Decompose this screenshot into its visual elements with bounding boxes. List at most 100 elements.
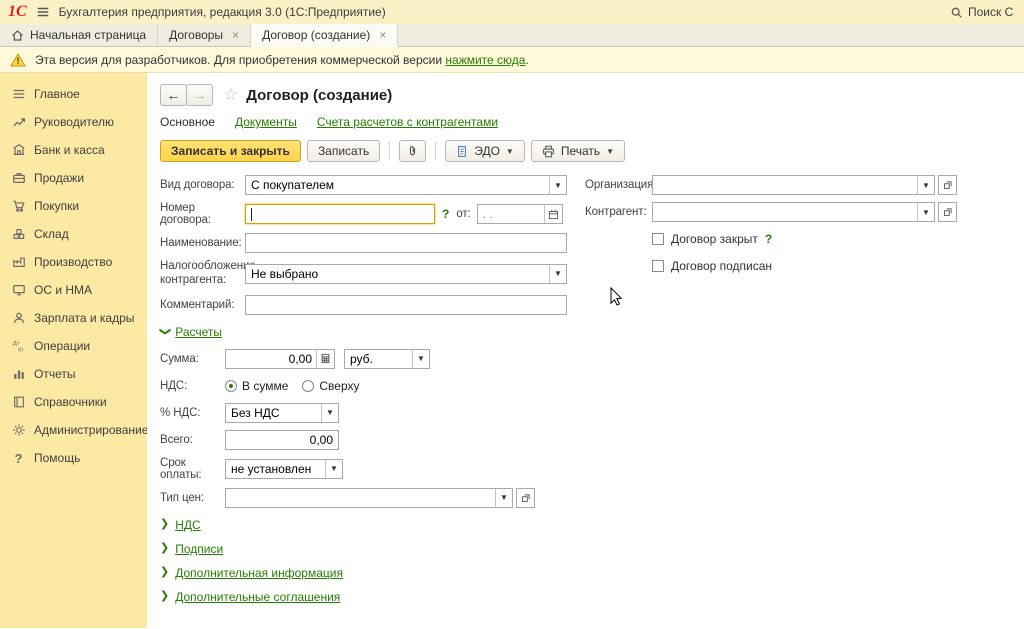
banner-text: Эта версия для разработчиков. Для приобр… (35, 53, 442, 67)
tab-osnovnoe[interactable]: Основное (160, 115, 215, 129)
open-link-icon[interactable] (938, 175, 957, 195)
contract-form: Вид договора: С покупателем ▼ Номер дого… (160, 175, 1024, 614)
sidebar-item-pomosch[interactable]: ? Помощь (0, 444, 147, 472)
trend-icon (11, 115, 26, 129)
tab-contract-new[interactable]: Договор (создание) × (251, 24, 398, 47)
total-input[interactable]: 0,00 (225, 430, 339, 450)
tab-home[interactable]: Начальная страница (0, 24, 158, 46)
toolbar-separator (389, 142, 390, 160)
forward-button[interactable]: → (186, 84, 213, 106)
global-search[interactable]: Поиск С (950, 5, 1016, 19)
vat-rate-select[interactable]: Без НДС ▼ (225, 403, 339, 423)
sidebar-item-rukovoditelyu[interactable]: Руководителю (0, 108, 147, 136)
cart-icon (11, 199, 26, 213)
chevron-down-icon[interactable]: ▼ (412, 350, 429, 368)
tax-select[interactable]: Не выбрано ▼ (245, 264, 567, 284)
warning-icon: ! (10, 53, 26, 67)
favorite-star-icon[interactable]: ☆ (223, 85, 238, 105)
vat-in-sum-radio[interactable] (225, 380, 237, 392)
comment-input[interactable] (245, 295, 567, 315)
sidebar-item-spravochniki[interactable]: Справочники (0, 388, 147, 416)
sidebar-item-prodazhi[interactable]: Продажи (0, 164, 147, 192)
save-button[interactable]: Записать (307, 140, 380, 162)
edo-button[interactable]: ЭДО ▼ (445, 140, 525, 162)
contract-closed-checkbox[interactable] (652, 233, 664, 245)
close-icon[interactable]: × (232, 29, 239, 41)
book-icon (11, 395, 26, 409)
counterparty-select[interactable]: ▼ (652, 202, 935, 222)
radio-label: В сумме (242, 379, 288, 393)
chevron-down-icon[interactable]: ▼ (549, 265, 566, 283)
attachments-button[interactable] (399, 140, 426, 162)
back-button[interactable]: ← (160, 84, 187, 106)
contract-number-input[interactable] (245, 204, 435, 224)
open-link-icon[interactable] (516, 488, 535, 508)
calculator-icon[interactable] (316, 350, 334, 368)
contract-date-input[interactable]: . . (477, 204, 563, 224)
sidebar-item-otchety[interactable]: Отчеты (0, 360, 147, 388)
close-icon[interactable]: × (379, 29, 386, 41)
field-label: Вид договора: (160, 179, 245, 191)
tab-dokumenty[interactable]: Документы (235, 115, 297, 129)
currency-select[interactable]: руб. ▼ (344, 349, 430, 369)
sum-input[interactable]: 0,00 (225, 349, 335, 369)
tab-scheta-raschetov[interactable]: Счета расчетов с контрагентами (317, 115, 498, 129)
chevron-down-icon[interactable]: ▼ (917, 203, 934, 221)
window-tabbar: Начальная страница Договоры × Договор (с… (0, 24, 1024, 47)
search-label: Поиск С (968, 5, 1013, 19)
sidebar-item-sklad[interactable]: Склад (0, 220, 147, 248)
chevron-down-icon[interactable]: ▼ (549, 176, 566, 194)
home-icon (11, 29, 24, 42)
chevron-down-icon[interactable]: ▼ (325, 460, 342, 478)
group-podpisi[interactable]: ❯ Подписи (160, 542, 585, 556)
help-link[interactable]: ? (442, 207, 449, 221)
svg-text:Кт: Кт (18, 347, 24, 353)
sidebar-item-os-i-nma[interactable]: ОС и НМА (0, 276, 147, 304)
sidebar-item-pokupki[interactable]: Покупки (0, 192, 147, 220)
main-menu-icon[interactable] (36, 5, 50, 19)
page-title: Договор (создание) (246, 87, 392, 104)
doc-header: ← → ☆ Договор (создание) (160, 83, 1024, 107)
open-link-icon[interactable] (938, 202, 957, 222)
vat-on-top-radio[interactable] (302, 380, 314, 392)
field-label: Контрагент: (585, 206, 652, 218)
calendar-icon[interactable] (544, 205, 562, 223)
printer-icon (542, 145, 555, 158)
save-and-close-button[interactable]: Записать и закрыть (160, 140, 301, 162)
sidebar-item-proizvodstvo[interactable]: Производство (0, 248, 147, 276)
chevron-down-icon[interactable]: ▼ (917, 176, 934, 194)
chevron-down-icon: ▼ (506, 147, 514, 156)
briefcase-icon (11, 171, 26, 185)
tab-contracts[interactable]: Договоры × (158, 24, 251, 46)
contract-name-input[interactable] (245, 233, 567, 253)
organization-select[interactable]: ▼ (652, 175, 935, 195)
group-raschety[interactable]: ❯ Расчеты (160, 325, 585, 339)
app-title: Бухгалтерия предприятия, редакция 3.0 (1… (59, 5, 386, 19)
sidebar-item-bank-i-kassa[interactable]: Банк и касса (0, 136, 147, 164)
contract-kind-select[interactable]: С покупателем ▼ (245, 175, 567, 195)
banner-link[interactable]: нажмите сюда (445, 53, 525, 67)
sidebar-item-zarplata-i-kadry[interactable]: Зарплата и кадры (0, 304, 147, 332)
group-dop-informatsiya[interactable]: ❯ Дополнительная информация (160, 566, 585, 580)
doc-toolbar: Записать и закрыть Записать ЭДО ▼ Печать… (160, 140, 1024, 162)
payment-due-select[interactable]: не установлен ▼ (225, 459, 343, 479)
banner-suffix: . (525, 53, 528, 67)
sidebar-item-operatsii[interactable]: ДтКт Операции (0, 332, 147, 360)
svg-text:!: ! (17, 56, 20, 66)
group-nds[interactable]: ❯ НДС (160, 518, 585, 532)
contract-signed-checkbox[interactable] (652, 260, 664, 272)
sidebar-item-glavnoe[interactable]: Главное (0, 80, 147, 108)
group-dop-soglasheniya[interactable]: ❯ Дополнительные соглашения (160, 590, 585, 604)
chevron-down-icon[interactable]: ▼ (495, 489, 512, 507)
help-link[interactable]: ? (765, 232, 772, 246)
print-button[interactable]: Печать ▼ (531, 140, 625, 162)
svg-text:Дт: Дт (12, 341, 19, 347)
sidebar-item-administrirovanie[interactable]: Администрирование (0, 416, 147, 444)
chevron-down-icon[interactable]: ▼ (321, 404, 338, 422)
menu-icon (11, 87, 26, 101)
boxes-icon (11, 227, 26, 241)
toolbar-separator (435, 142, 436, 160)
price-type-select[interactable]: ▼ (225, 488, 513, 508)
field-label: Наименование: (160, 237, 245, 249)
dtkt-icon: ДтКт (11, 339, 26, 353)
